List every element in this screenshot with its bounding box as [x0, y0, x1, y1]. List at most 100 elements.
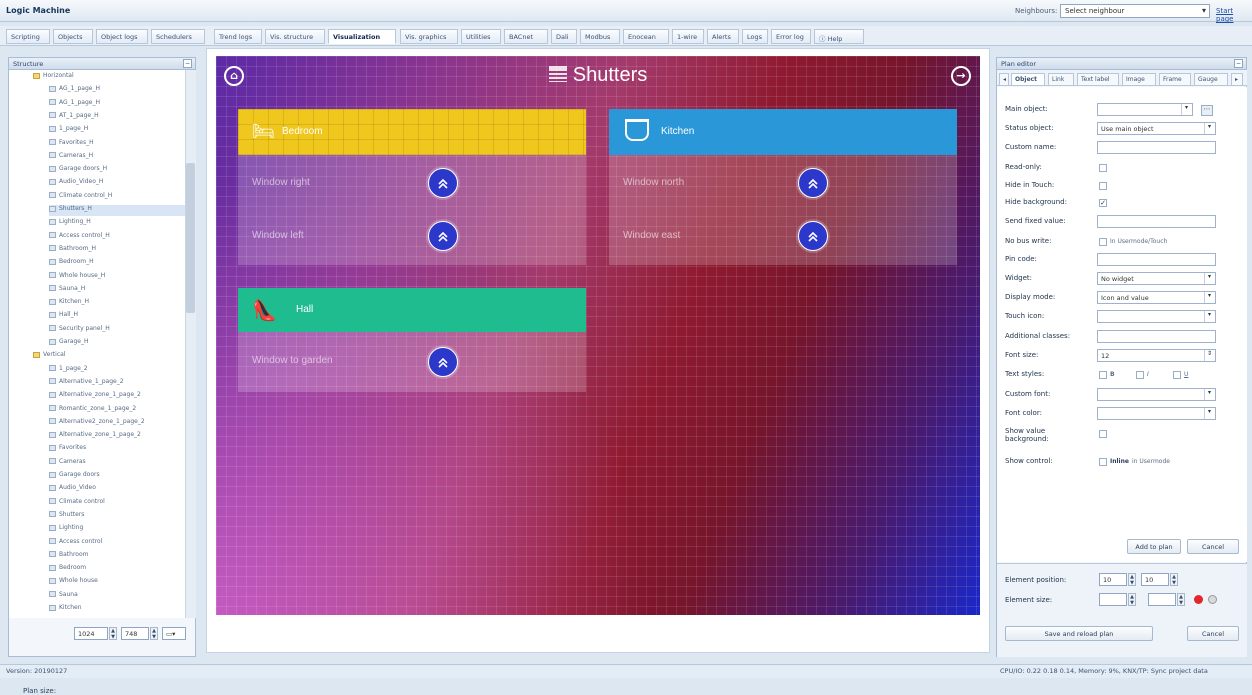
shutter-up-button[interactable] [428, 347, 458, 377]
tree-item[interactable]: Lighting_H [49, 218, 91, 229]
tree-item[interactable]: Shutters_H [49, 205, 196, 216]
tab-alerts[interactable]: Alerts [707, 29, 739, 44]
tree-item[interactable]: Favorites_H [49, 139, 94, 150]
tree-item[interactable]: Bathroom [49, 551, 88, 562]
tab-object[interactable]: Object [1011, 73, 1045, 86]
tab-1-wire[interactable]: 1-wire [672, 29, 704, 44]
tab-image[interactable]: Image [1122, 73, 1156, 86]
tree-item[interactable]: Bathroom_H [49, 245, 96, 256]
tree-item[interactable]: Audio_Video [49, 484, 96, 495]
pos-x-stepper[interactable]: ▲ ▼ [1128, 573, 1136, 586]
tab-visualization[interactable]: Visualization [328, 29, 396, 44]
tab-error-log[interactable]: Error log [771, 29, 811, 44]
pin-code-input[interactable] [1097, 253, 1216, 266]
tree-item[interactable]: Sauna [49, 591, 78, 602]
tab-schedulers[interactable]: Schedulers [151, 29, 205, 44]
tree-item[interactable]: Alternative2_zone_1_page_2 [49, 418, 145, 429]
pos-y-stepper[interactable]: ▲ ▼ [1170, 573, 1178, 586]
tree-item[interactable]: Kitchen_H [49, 298, 89, 309]
tab-vis-structure[interactable]: Vis. structure [265, 29, 325, 44]
tree-item[interactable]: 1_page_H [49, 125, 88, 136]
tree-item[interactable]: Lighting [49, 524, 83, 535]
object-browse-icon[interactable]: ⋯ [1201, 105, 1213, 116]
tree-item[interactable]: Audio_Video_H [49, 178, 103, 189]
hide-in-touch-checkbox[interactable] [1099, 182, 1107, 190]
custom-font-select[interactable]: ▾ [1097, 388, 1216, 401]
tree-item[interactable]: Access control_H [49, 232, 110, 243]
tab-frame[interactable]: Frame [1159, 73, 1191, 86]
tab-link[interactable]: Link [1048, 73, 1074, 86]
collapse-icon[interactable]: − [183, 59, 192, 68]
tab-gauge[interactable]: Gauge [1194, 73, 1228, 86]
tab-text-label[interactable]: Text label [1077, 73, 1119, 86]
tab-bacnet[interactable]: BACnet [504, 29, 548, 44]
display-mode-select[interactable]: Icon and value ▾ [1097, 291, 1216, 304]
widget-select[interactable]: No widget ▾ [1097, 272, 1216, 285]
tab-vis-graphics[interactable]: Vis. graphics [400, 29, 458, 44]
remove-icon[interactable] [1194, 595, 1203, 604]
font-size-input[interactable]: 12 ⇕ [1097, 349, 1216, 362]
tree-item[interactable]: Access control [49, 538, 102, 549]
save-reload-button[interactable]: Save and reload plan [1005, 626, 1153, 641]
tree-item[interactable]: Cameras_H [49, 152, 93, 163]
size-w-stepper[interactable]: ▲ ▼ [1128, 593, 1136, 606]
tree-item[interactable]: AT_1_page_H [49, 112, 99, 123]
tree-item[interactable]: Favorites [49, 444, 86, 455]
tree-item[interactable]: Security panel_H [49, 325, 110, 336]
additional-classes-input[interactable] [1097, 330, 1216, 343]
tab-scripting[interactable]: Scripting [6, 29, 50, 44]
tree-item[interactable]: Alternative_zone_1_page_2 [49, 391, 141, 402]
tree-item[interactable]: AG_1_page_H [49, 99, 100, 110]
tree-item[interactable]: Kitchen [49, 604, 82, 615]
tabs-scroll-right-icon[interactable]: ▸ [1231, 73, 1243, 86]
shutter-up-button[interactable] [428, 168, 458, 198]
size-h-stepper[interactable]: ▲ ▼ [1177, 593, 1185, 606]
tab-dali[interactable]: Dali [551, 29, 577, 44]
show-control-checkbox[interactable] [1099, 458, 1107, 466]
tree-item[interactable]: Alternative_1_page_2 [49, 378, 124, 389]
tree-item[interactable]: Garage doors [49, 471, 100, 482]
cancel-bottom-button[interactable]: Cancel [1187, 626, 1239, 641]
custom-name-input[interactable] [1097, 141, 1216, 154]
tab-object-logs[interactable]: Object logs [96, 29, 148, 44]
tree-folder[interactable]: Horizontal [33, 72, 74, 83]
underline-checkbox[interactable] [1173, 371, 1181, 379]
lock-icon[interactable] [1208, 595, 1217, 604]
tree-item[interactable]: Hall_H [49, 311, 78, 322]
touch-icon-select[interactable]: ▾ [1097, 310, 1216, 323]
pos-x-input[interactable]: 10 [1099, 573, 1127, 586]
font-color-select[interactable]: ▾ [1097, 407, 1216, 420]
tree-item[interactable]: Alternative_zone_1_page_2 [49, 431, 141, 442]
tab-objects[interactable]: Objects [53, 29, 93, 44]
hide-background-checkbox[interactable]: ✓ [1099, 199, 1107, 207]
bold-checkbox[interactable] [1099, 371, 1107, 379]
italic-checkbox[interactable] [1136, 371, 1144, 379]
tree-item[interactable]: Bedroom [49, 564, 86, 575]
tree-scroll-thumb[interactable] [186, 163, 195, 313]
tree-item[interactable]: Climate control [49, 498, 105, 509]
plan-height-input[interactable]: 748 [121, 627, 149, 640]
shutter-up-button[interactable] [798, 168, 828, 198]
tab-utilities[interactable]: Utilities [461, 29, 501, 44]
main-object-select[interactable]: ▾ [1097, 103, 1193, 116]
tab-logs[interactable]: Logs [742, 29, 768, 44]
tabs-scroll-left-icon[interactable]: ◂ [999, 73, 1009, 86]
start-page-link[interactable]: Start page [1216, 7, 1252, 23]
tree-item[interactable]: 1_page_2 [49, 365, 88, 376]
tab-enocean[interactable]: Enocean [623, 29, 669, 44]
size-w-input[interactable] [1099, 593, 1127, 606]
status-object-select[interactable]: Use main object ▾ [1097, 122, 1216, 135]
stepper-icon[interactable]: ⇕ [1204, 350, 1214, 361]
tab-trend-logs[interactable]: Trend logs [214, 29, 262, 44]
structure-tree[interactable]: Horizontal AG_1_page_H AG_1_page_H AT_1_pag… [9, 70, 196, 618]
screen-size-select[interactable]: ▭▾ [162, 627, 186, 640]
tree-scrollbar[interactable] [185, 70, 196, 618]
shutter-up-button[interactable] [428, 221, 458, 251]
tree-item[interactable]: Cameras [49, 458, 86, 469]
tree-item[interactable]: Garage_H [49, 338, 88, 349]
plan-height-stepper[interactable]: ▲ ▼ [150, 627, 158, 640]
cancel-button[interactable]: Cancel [1187, 539, 1239, 554]
tab-help[interactable]: ⓘ Help [814, 29, 864, 44]
plan-width-stepper[interactable]: ▲ ▼ [109, 627, 117, 640]
plan-width-input[interactable]: 1024 [74, 627, 108, 640]
